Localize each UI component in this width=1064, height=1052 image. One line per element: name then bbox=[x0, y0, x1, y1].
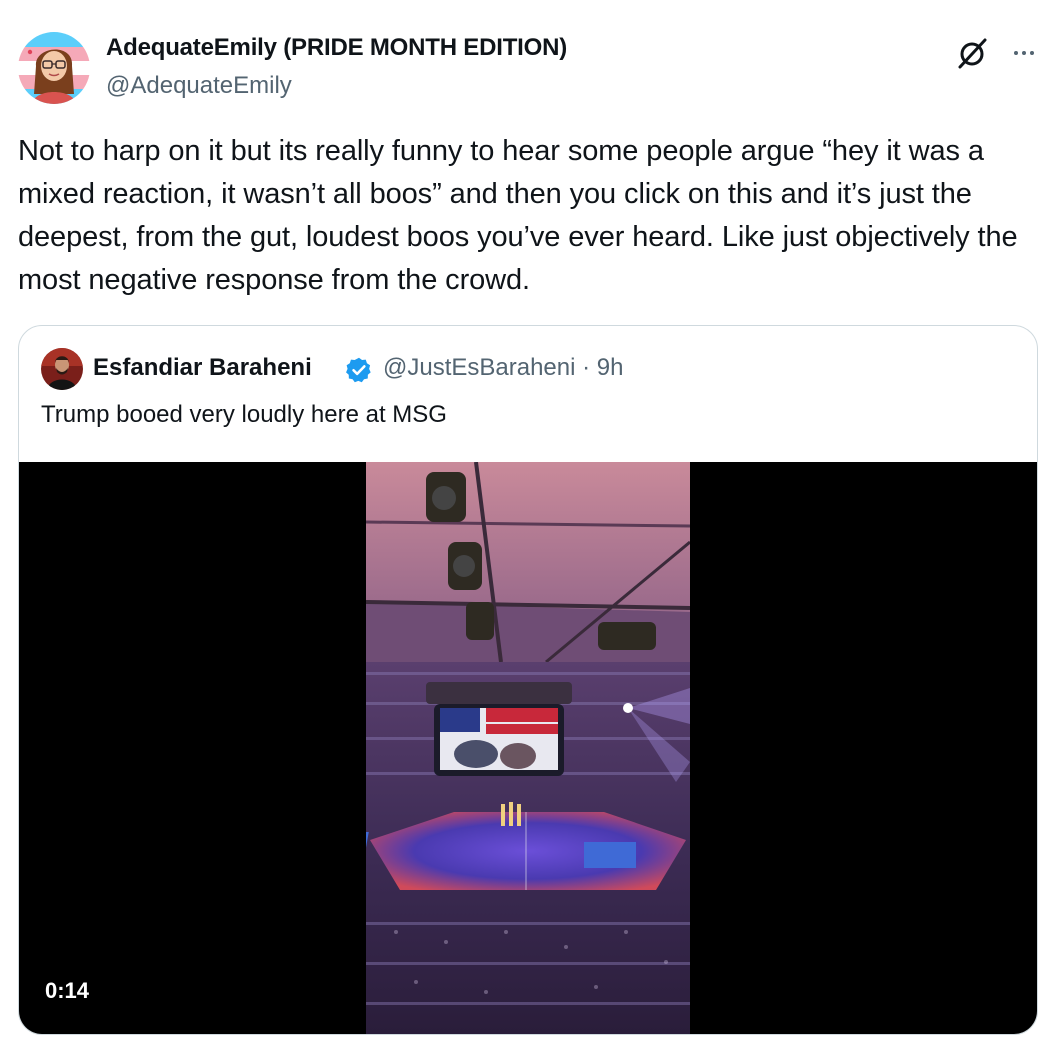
quoted-tweet[interactable]: Esfandiar Baraheni @JustEsBaraheni · 9h … bbox=[18, 325, 1038, 1035]
more-dot bbox=[1014, 51, 1018, 55]
more-icon[interactable] bbox=[1004, 33, 1044, 73]
verified-badge-icon bbox=[345, 356, 373, 384]
video-duration: 0:14 bbox=[45, 978, 90, 1003]
quoted-handle-time[interactable]: @JustEsBaraheni · 9h bbox=[383, 354, 623, 382]
grok-icon[interactable] bbox=[952, 33, 992, 73]
tweet-card[interactable]: AdequateEmily (PRIDE MONTH EDITION) @Ade… bbox=[0, 0, 1064, 1052]
video-thumbnail[interactable] bbox=[366, 462, 690, 1034]
author-avatar[interactable] bbox=[18, 32, 90, 104]
author-handle[interactable]: @AdequateEmily bbox=[106, 72, 292, 100]
quoted-tweet-text: Trump booed very loudly here at MSG bbox=[41, 401, 447, 428]
author-display-name[interactable]: AdequateEmily (PRIDE MONTH EDITION) bbox=[106, 34, 567, 62]
quoted-author-name[interactable]: Esfandiar Baraheni bbox=[93, 354, 312, 382]
more-dot bbox=[1030, 51, 1034, 55]
tweet-text: Not to harp on it but its really funny t… bbox=[18, 135, 1018, 296]
video-player[interactable]: 0:14 bbox=[19, 462, 1037, 1034]
quoted-author-avatar[interactable] bbox=[41, 348, 83, 390]
more-dot bbox=[1022, 51, 1026, 55]
